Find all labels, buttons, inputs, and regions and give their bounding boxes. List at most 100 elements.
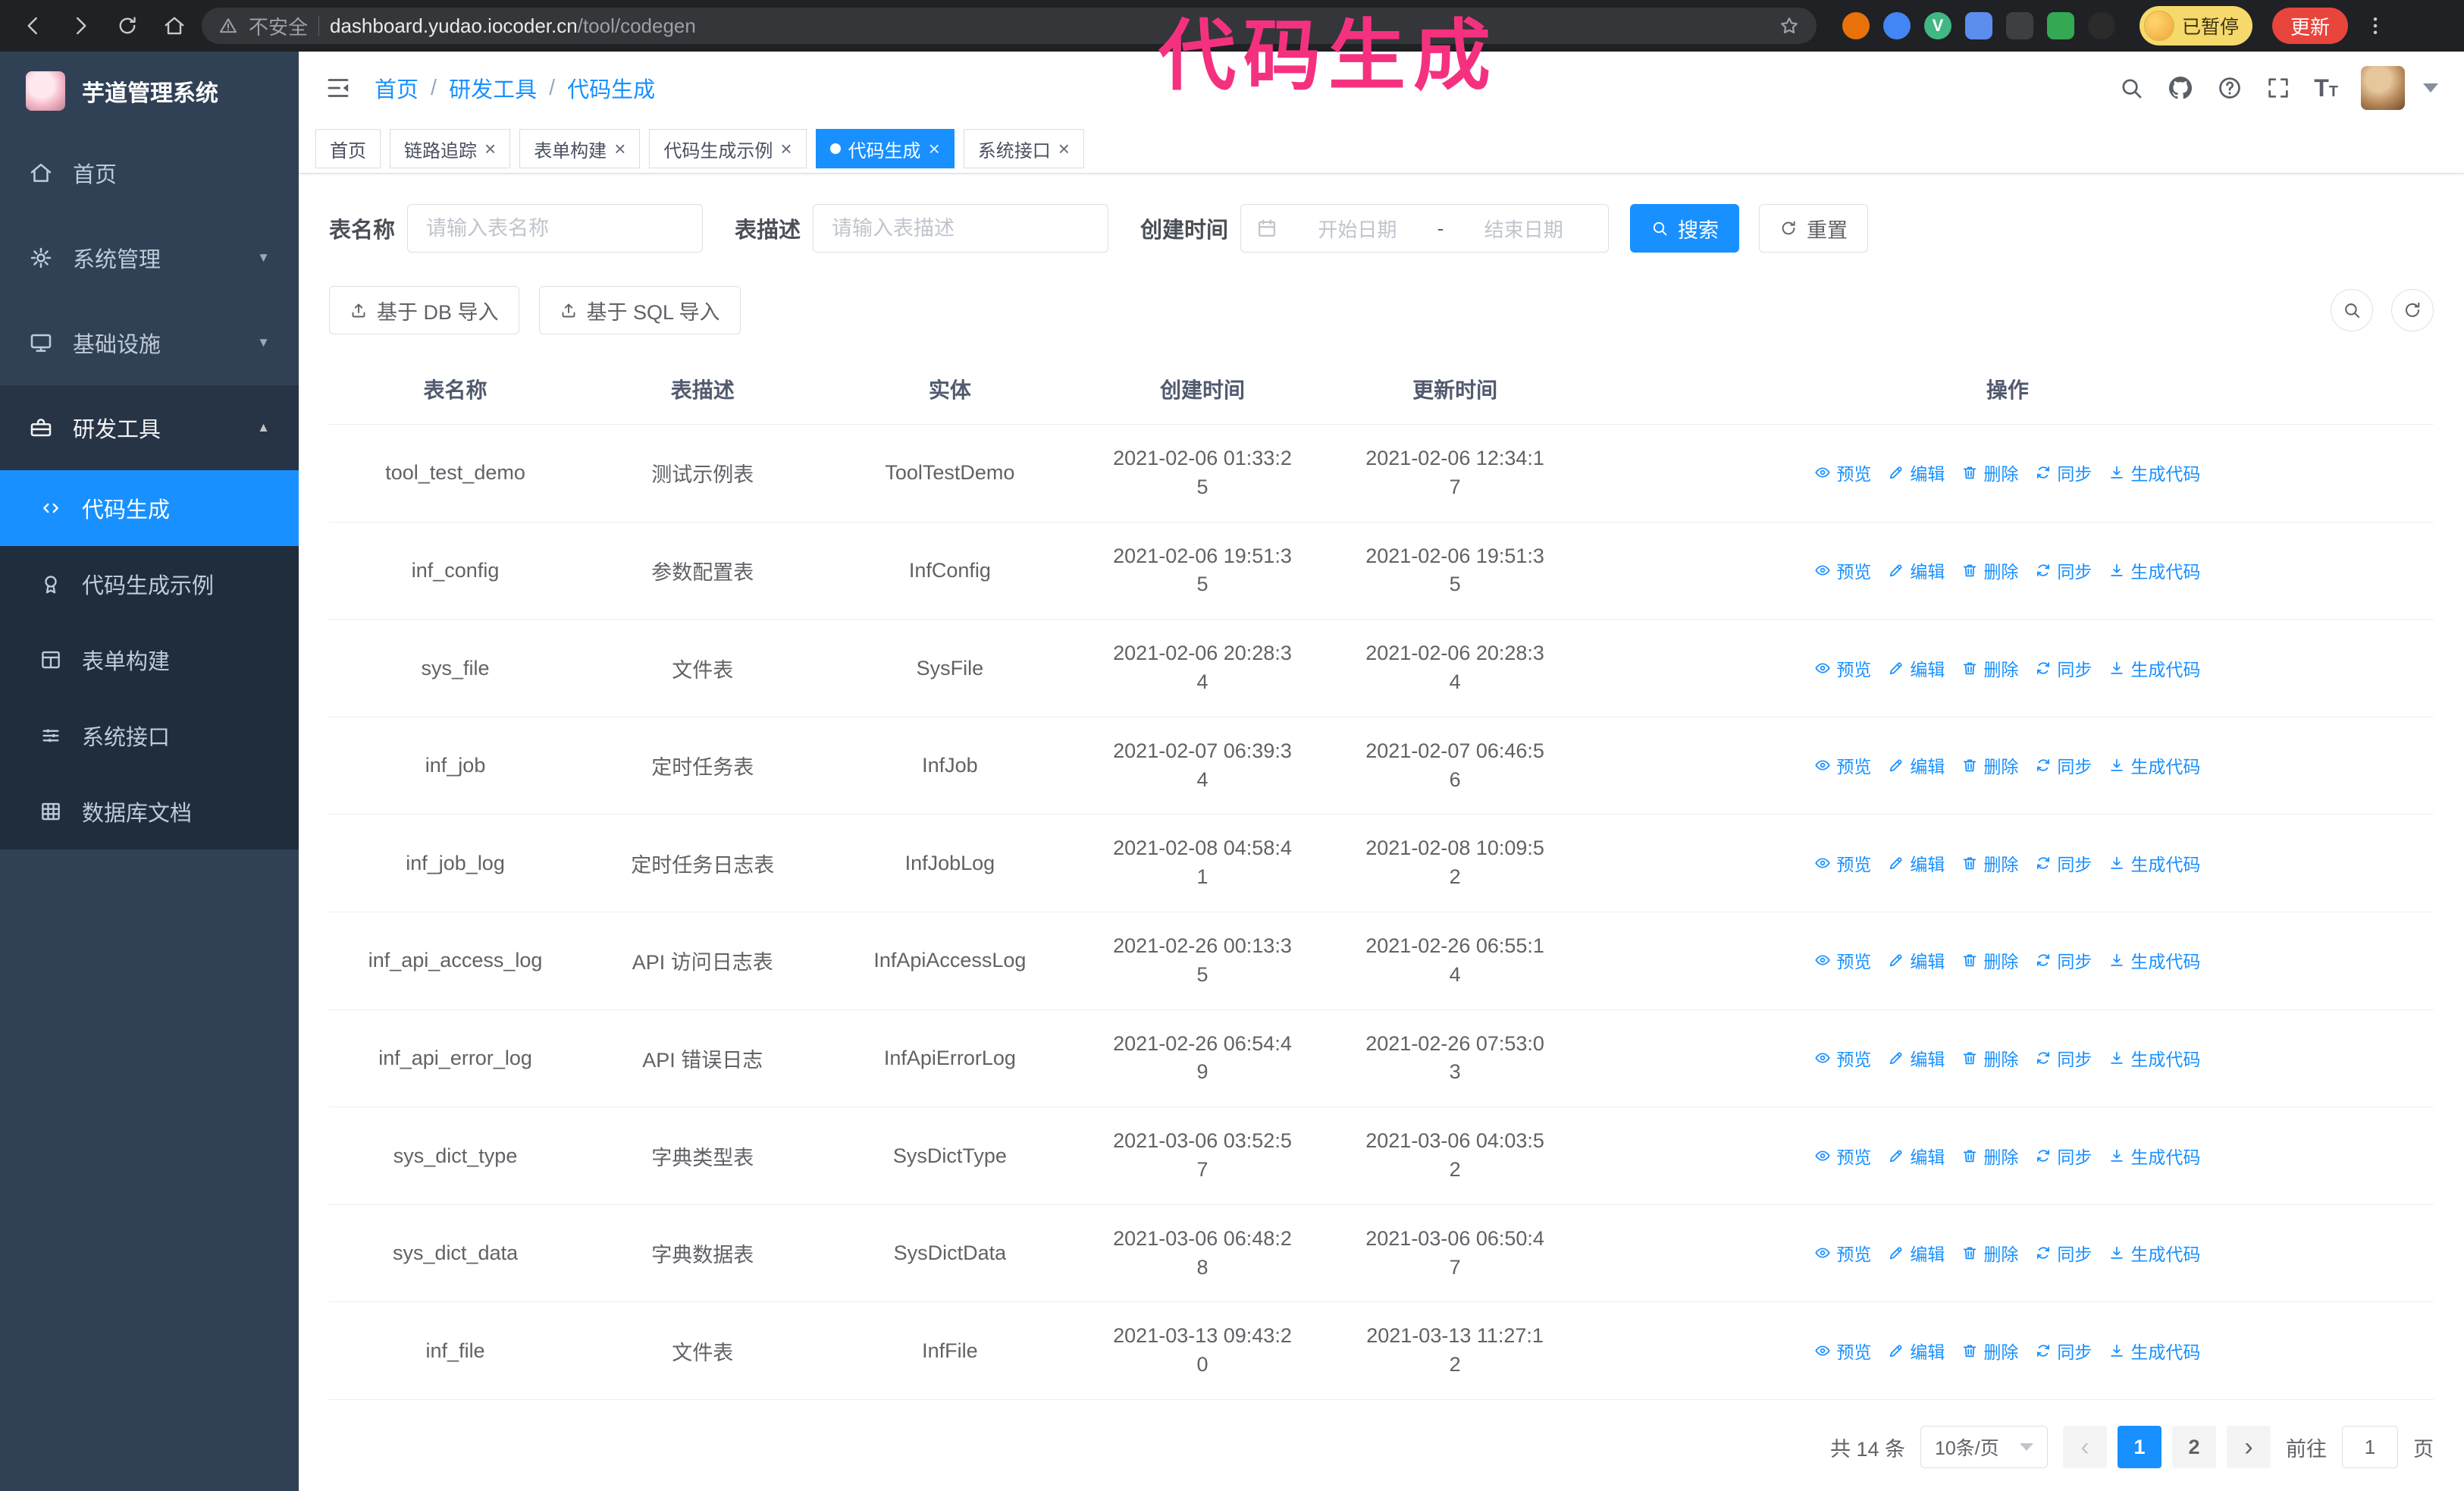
extension-icon-7[interactable] — [2088, 12, 2115, 39]
next-page-button[interactable]: › — [2227, 1426, 2271, 1468]
tab-3[interactable]: 代码生成示例 × — [649, 129, 807, 169]
action-generate-code[interactable]: 生成代码 — [2108, 557, 2200, 583]
sidebar-subitem-0[interactable]: 代码生成 — [0, 470, 299, 546]
action-generate-code[interactable]: 生成代码 — [2108, 850, 2200, 876]
import-db-button[interactable]: 基于 DB 导入 — [329, 286, 519, 335]
toggle-search-button[interactable] — [2331, 289, 2373, 332]
action-generate-code[interactable]: 生成代码 — [2108, 752, 2200, 778]
action-edit[interactable]: 编辑 — [1888, 947, 1945, 973]
action-edit[interactable]: 编辑 — [1888, 557, 1945, 583]
refresh-table-button[interactable] — [2391, 289, 2434, 332]
action-preview[interactable]: 预览 — [1814, 1338, 1871, 1364]
action-delete[interactable]: 删除 — [1961, 947, 2018, 973]
action-preview[interactable]: 预览 — [1814, 655, 1871, 681]
sidebar-item-1[interactable]: 系统管理 ▼ — [0, 215, 299, 300]
browser-home-button[interactable] — [155, 6, 194, 46]
action-preview[interactable]: 预览 — [1814, 1045, 1871, 1071]
action-generate-code[interactable]: 生成代码 — [2108, 1240, 2200, 1266]
action-delete[interactable]: 删除 — [1961, 1338, 2018, 1364]
sidebar-item-0[interactable]: 首页 — [0, 130, 299, 215]
fullscreen-icon[interactable] — [2265, 75, 2291, 101]
sidebar-subitem-2[interactable]: 表单构建 — [0, 622, 299, 698]
action-preview[interactable]: 预览 — [1814, 947, 1871, 973]
action-edit[interactable]: 编辑 — [1888, 1240, 1945, 1266]
action-delete[interactable]: 删除 — [1961, 1143, 2018, 1169]
browser-menu-kebab-icon[interactable] — [2356, 6, 2395, 46]
tab-close-icon[interactable]: × — [929, 139, 940, 159]
github-icon[interactable] — [2167, 74, 2194, 102]
action-preview[interactable]: 预览 — [1814, 1240, 1871, 1266]
action-preview[interactable]: 预览 — [1814, 1143, 1871, 1169]
page-size-select[interactable]: 10条/页 — [1920, 1426, 2048, 1468]
tab-1[interactable]: 链路追踪 × — [390, 129, 511, 169]
extension-icon-5[interactable] — [2006, 12, 2033, 39]
action-sync[interactable]: 同步 — [2035, 850, 2092, 876]
action-sync[interactable]: 同步 — [2035, 1143, 2092, 1169]
page-button-1[interactable]: 1 — [2118, 1426, 2161, 1468]
action-sync[interactable]: 同步 — [2035, 655, 2092, 681]
action-delete[interactable]: 删除 — [1961, 655, 2018, 681]
action-generate-code[interactable]: 生成代码 — [2108, 1338, 2200, 1364]
tab-close-icon[interactable]: × — [1058, 139, 1070, 159]
action-sync[interactable]: 同步 — [2035, 557, 2092, 583]
breadcrumb-item-2[interactable]: 代码生成 — [567, 72, 655, 104]
search-button[interactable]: 搜索 — [1630, 204, 1740, 253]
action-delete[interactable]: 删除 — [1961, 460, 2018, 485]
action-generate-code[interactable]: 生成代码 — [2108, 1045, 2200, 1071]
goto-page-input[interactable] — [2342, 1426, 2398, 1468]
action-generate-code[interactable]: 生成代码 — [2108, 460, 2200, 485]
tab-2[interactable]: 表单构建 × — [519, 129, 641, 169]
action-edit[interactable]: 编辑 — [1888, 1338, 1945, 1364]
create-time-range-picker[interactable]: 开始日期 - 结束日期 — [1240, 204, 1610, 253]
action-generate-code[interactable]: 生成代码 — [2108, 1143, 2200, 1169]
table-name-input[interactable] — [407, 204, 704, 253]
header-search-icon[interactable] — [2118, 75, 2144, 101]
action-generate-code[interactable]: 生成代码 — [2108, 947, 2200, 973]
sidebar-item-3[interactable]: 研发工具 ▲ — [0, 385, 299, 470]
table-desc-input[interactable] — [813, 204, 1109, 253]
breadcrumb-item-0[interactable]: 首页 — [375, 72, 419, 104]
font-size-icon[interactable]: TT — [2314, 76, 2338, 100]
action-edit[interactable]: 编辑 — [1888, 850, 1945, 876]
breadcrumb-item-1[interactable]: 研发工具 — [449, 72, 537, 104]
tab-close-icon[interactable]: × — [780, 139, 792, 159]
action-edit[interactable]: 编辑 — [1888, 655, 1945, 681]
extension-icon-2[interactable] — [1883, 12, 1911, 39]
sidebar-subitem-3[interactable]: 系统接口 — [0, 698, 299, 774]
logo-row[interactable]: 芋道管理系统 — [0, 52, 299, 130]
profile-chip[interactable]: 已暂停 — [2140, 6, 2253, 46]
action-edit[interactable]: 编辑 — [1888, 1143, 1945, 1169]
sidebar-fold-icon[interactable] — [324, 74, 352, 102]
forward-button[interactable] — [61, 6, 100, 46]
action-sync[interactable]: 同步 — [2035, 1240, 2092, 1266]
action-edit[interactable]: 编辑 — [1888, 752, 1945, 778]
extension-icon-3[interactable]: V — [1924, 12, 1951, 39]
address-bar[interactable]: 不安全 dashboard.yudao.iocoder.cn/tool/code… — [202, 8, 1817, 44]
sidebar-item-2[interactable]: 基础设施 ▼ — [0, 300, 299, 385]
action-generate-code[interactable]: 生成代码 — [2108, 655, 2200, 681]
action-delete[interactable]: 删除 — [1961, 557, 2018, 583]
back-button[interactable] — [14, 6, 53, 46]
tab-close-icon[interactable]: × — [484, 139, 496, 159]
action-edit[interactable]: 编辑 — [1888, 1045, 1945, 1071]
avatar-caret-icon[interactable] — [2423, 83, 2438, 93]
import-sql-button[interactable]: 基于 SQL 导入 — [538, 286, 741, 335]
action-preview[interactable]: 预览 — [1814, 557, 1871, 583]
reload-button[interactable] — [108, 6, 147, 46]
help-icon[interactable] — [2217, 75, 2243, 101]
tab-close-icon[interactable]: × — [614, 139, 625, 159]
action-sync[interactable]: 同步 — [2035, 752, 2092, 778]
action-preview[interactable]: 预览 — [1814, 752, 1871, 778]
action-delete[interactable]: 删除 — [1961, 850, 2018, 876]
action-preview[interactable]: 预览 — [1814, 850, 1871, 876]
page-button-2[interactable]: 2 — [2172, 1426, 2216, 1468]
action-delete[interactable]: 删除 — [1961, 1045, 2018, 1071]
sidebar-subitem-4[interactable]: 数据库文档 — [0, 774, 299, 849]
action-edit[interactable]: 编辑 — [1888, 460, 1945, 485]
action-sync[interactable]: 同步 — [2035, 1338, 2092, 1364]
extension-icon-6[interactable] — [2047, 12, 2074, 39]
extension-icon-4[interactable] — [1965, 12, 1992, 39]
action-sync[interactable]: 同步 — [2035, 947, 2092, 973]
action-sync[interactable]: 同步 — [2035, 460, 2092, 485]
tab-5[interactable]: 系统接口 × — [963, 129, 1084, 169]
